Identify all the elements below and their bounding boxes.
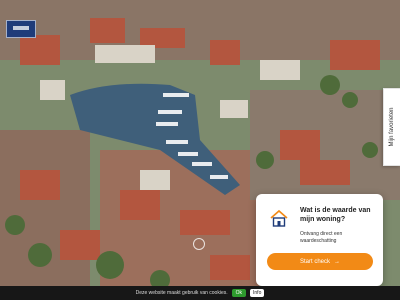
cookie-info-button[interactable]: Info <box>250 289 265 297</box>
favorites-tab-label: Mijn favorieten <box>389 107 395 147</box>
start-check-label: Start check <box>299 258 330 265</box>
valuation-card: Wat is de waarde van mijn woning? Ontvan… <box>256 194 383 286</box>
house-icon <box>270 209 288 227</box>
scroll-down-indicator[interactable] <box>193 238 205 250</box>
start-check-button[interactable]: Start check → <box>267 253 373 270</box>
favorites-tab[interactable]: Mijn favorieten <box>383 88 400 166</box>
valuation-subtitle: Ontvang direct een waardeschatting <box>300 231 343 244</box>
cookie-ok-button[interactable]: Ok <box>231 289 247 297</box>
site-logo[interactable] <box>6 20 36 38</box>
cookie-bar: Deze website maakt gebruik van cookies. … <box>0 286 400 300</box>
valuation-title: Wat is de waarde van mijn woning? <box>300 207 371 223</box>
cookie-text: Deze website maakt gebruik van cookies. <box>135 290 228 296</box>
arrow-right-icon: → <box>334 258 340 265</box>
